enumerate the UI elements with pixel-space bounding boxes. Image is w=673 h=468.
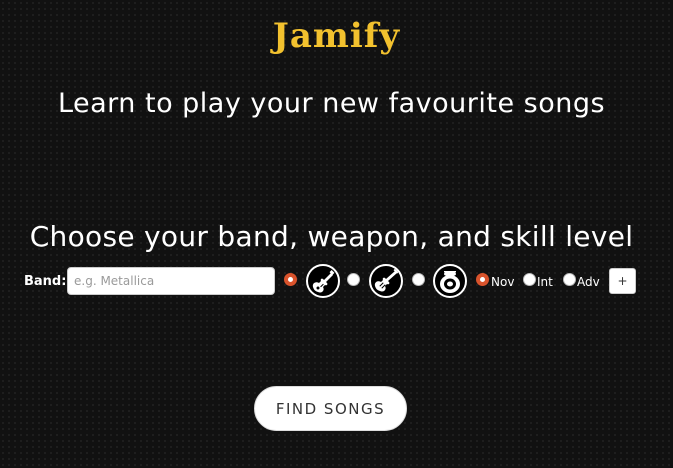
skill-radio-int[interactable] bbox=[523, 273, 536, 286]
skill-label-nov: Nov bbox=[491, 275, 515, 289]
search-form: Band: e.g. Metallica Nov Int Adv + bbox=[23, 264, 663, 302]
weapon-radio-drums[interactable] bbox=[412, 273, 425, 286]
bass-guitar-icon[interactable] bbox=[369, 264, 403, 298]
electric-guitar-icon[interactable] bbox=[306, 264, 340, 298]
add-band-button[interactable]: + bbox=[609, 268, 636, 294]
tagline: Learn to play your new favourite songs bbox=[57, 88, 606, 119]
skill-label-int: Int bbox=[537, 275, 553, 289]
drums-icon[interactable] bbox=[433, 264, 467, 298]
skill-label-adv: Adv bbox=[577, 275, 600, 289]
app-logo: Jamify bbox=[272, 16, 401, 56]
skill-radio-adv[interactable] bbox=[563, 273, 576, 286]
skill-radio-nov[interactable] bbox=[476, 273, 489, 286]
find-songs-button[interactable]: FIND SONGS bbox=[254, 386, 407, 431]
band-label: Band: bbox=[24, 274, 67, 289]
choose-heading: Choose your band, weapon, and skill leve… bbox=[29, 220, 634, 253]
weapon-radio-bass[interactable] bbox=[347, 273, 360, 286]
weapon-radio-guitar[interactable] bbox=[284, 273, 297, 286]
band-input[interactable] bbox=[67, 267, 275, 295]
